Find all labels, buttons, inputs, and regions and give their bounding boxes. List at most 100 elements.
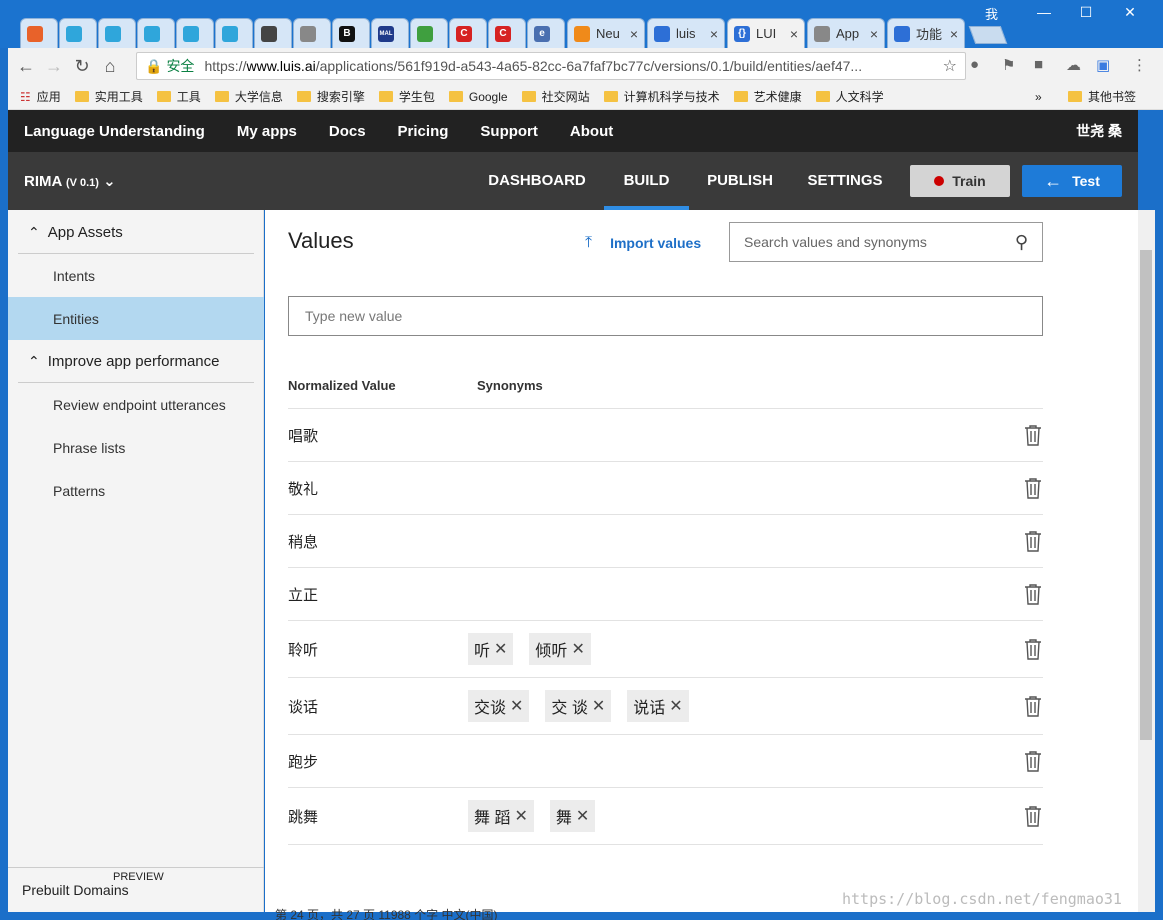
normalized-value[interactable]: 敬礼 (288, 478, 468, 499)
bookmark-item[interactable]: 搜索引擎 (296, 88, 365, 105)
normalized-value[interactable]: 谈话 (288, 696, 468, 717)
sidebar-item-patterns[interactable]: Patterns (8, 469, 264, 512)
remove-synonym-icon[interactable]: ✕ (510, 696, 523, 716)
tab-settings[interactable]: SETTINGS (798, 152, 892, 210)
bookmarks-more[interactable]: » (1035, 90, 1042, 104)
tab-close-icon[interactable]: × (710, 26, 718, 42)
browser-tab[interactable]: luis × (647, 18, 725, 48)
browser-tab[interactable] (98, 18, 136, 48)
search-input[interactable]: Search values and synonyms ⚲ (729, 222, 1043, 262)
address-bar[interactable]: 🔒 安全 https://www.luis.ai/applications/56… (136, 52, 966, 80)
close-window-icon[interactable]: ✕ (1110, 4, 1150, 21)
browser-tab[interactable] (215, 18, 253, 48)
bookmark-item[interactable]: 艺术健康 (733, 88, 802, 105)
reload-icon[interactable]: ↻ (68, 56, 96, 77)
delete-trash-icon[interactable] (1023, 424, 1043, 446)
browser-tab[interactable]: C (488, 18, 526, 48)
tab-publish[interactable]: PUBLISH (698, 152, 782, 210)
synonym-chip[interactable]: 交谈 ✕ (468, 690, 530, 722)
browser-tab[interactable] (410, 18, 448, 48)
synonym-chip[interactable]: 舞 蹈 ✕ (468, 800, 534, 832)
browser-tab[interactable]: MAL (371, 18, 409, 48)
secure-indicator[interactable]: 🔒 安全 (145, 56, 194, 76)
synonym-chip[interactable]: 交 谈 ✕ (545, 690, 612, 722)
remove-synonym-icon[interactable]: ✕ (592, 696, 605, 716)
tab-dashboard[interactable]: DASHBOARD (480, 152, 594, 210)
bookmark-item[interactable]: 学生包 (378, 88, 435, 105)
remove-synonym-icon[interactable]: ✕ (576, 806, 589, 826)
minimize-icon[interactable]: — (1024, 4, 1064, 20)
synonym-chip[interactable]: 说话 ✕ (627, 690, 689, 722)
nav-item[interactable]: Pricing (398, 123, 449, 140)
browser-tab[interactable]: App × (807, 18, 885, 48)
home-icon[interactable]: ⌂ (96, 56, 124, 77)
nav-item[interactable]: Docs (329, 123, 366, 140)
sidebar-group-app-assets[interactable]: ⌃ App Assets (18, 212, 254, 254)
search-icon[interactable]: ⚲ (1015, 232, 1028, 253)
normalized-value[interactable]: 稍息 (288, 531, 468, 552)
translate-extension-icon[interactable]: ▣ (1096, 56, 1110, 74)
normalized-value[interactable]: 聆听 (288, 639, 468, 660)
new-tab-button[interactable] (968, 26, 1008, 44)
ghost-extension-icon[interactable]: ■ (1034, 56, 1043, 73)
remove-synonym-icon[interactable]: ✕ (494, 639, 507, 659)
browser-tab[interactable]: C (449, 18, 487, 48)
back-icon[interactable]: ← (12, 56, 40, 77)
delete-trash-icon[interactable] (1023, 750, 1043, 772)
flag-extension-icon[interactable]: ⚑ (1002, 56, 1015, 74)
nav-item[interactable]: Language Understanding (24, 123, 205, 140)
nav-item[interactable]: About (570, 123, 613, 140)
cloud-extension-icon[interactable]: ☁ (1066, 56, 1081, 74)
tab-close-icon[interactable]: × (790, 26, 798, 42)
synonym-chip[interactable]: 倾听 ✕ (529, 633, 591, 665)
browser-tab[interactable]: B (332, 18, 370, 48)
bookmark-item[interactable]: 大学信息 (214, 88, 283, 105)
synonym-chip[interactable]: 听 ✕ (468, 633, 514, 665)
delete-trash-icon[interactable] (1023, 805, 1043, 827)
bookmark-item[interactable]: 人文科学 (815, 88, 884, 105)
new-value-input[interactable]: Type new value (288, 296, 1043, 336)
bookmark-item[interactable]: 社交网站 (521, 88, 590, 105)
normalized-value[interactable]: 唱歌 (288, 425, 468, 446)
maximize-icon[interactable]: ☐ (1066, 4, 1106, 21)
delete-trash-icon[interactable] (1023, 583, 1043, 605)
prebuilt-domains[interactable]: PREVIEW Prebuilt Domains (8, 867, 264, 912)
normalized-value[interactable]: 立正 (288, 584, 468, 605)
sidebar-item-entities[interactable]: Entities (8, 297, 264, 340)
delete-trash-icon[interactable] (1023, 695, 1043, 717)
delete-trash-icon[interactable] (1023, 477, 1043, 499)
sidebar-group-improve[interactable]: ⌃ Improve app performance (18, 341, 254, 383)
extension-icon[interactable]: ● (970, 56, 979, 73)
menu-icon[interactable]: ⋮ (1132, 56, 1147, 74)
sidebar-item-review-endpoint[interactable]: Review endpoint utterances (8, 383, 264, 426)
other-bookmarks[interactable]: 其他书签 (1068, 88, 1136, 105)
bookmark-item[interactable]: ☷ 应用 (20, 88, 61, 105)
browser-tab[interactable] (59, 18, 97, 48)
bookmark-item[interactable]: 计算机科学与技术 (603, 88, 720, 105)
browser-tab[interactable] (20, 18, 58, 48)
remove-synonym-icon[interactable]: ✕ (571, 639, 584, 659)
browser-tab[interactable] (293, 18, 331, 48)
bookmark-item[interactable]: Google (448, 90, 508, 104)
scrollbar-thumb[interactable] (1140, 250, 1152, 740)
browser-tab[interactable] (254, 18, 292, 48)
browser-tab[interactable]: e (527, 18, 565, 48)
tab-close-icon[interactable]: × (950, 26, 958, 42)
app-selector[interactable]: RIMA (V 0.1) ⌄ (24, 172, 116, 190)
delete-trash-icon[interactable] (1023, 530, 1043, 552)
tab-close-icon[interactable]: × (870, 26, 878, 42)
remove-synonym-icon[interactable]: ✕ (669, 696, 682, 716)
test-button[interactable]: ← Test (1022, 165, 1122, 197)
sidebar-item-phrase-lists[interactable]: Phrase lists (8, 426, 264, 469)
remove-synonym-icon[interactable]: ✕ (514, 806, 527, 826)
browser-tab[interactable]: 功能 × (887, 18, 965, 48)
tab-build[interactable]: BUILD (604, 152, 689, 210)
bookmark-star-icon[interactable]: ☆ (943, 56, 957, 76)
nav-item[interactable]: Support (480, 123, 538, 140)
import-values-button[interactable]: ⤒ Import values (585, 234, 701, 252)
browser-tab[interactable]: {} LUI × (727, 18, 805, 48)
bookmark-item[interactable]: 工具 (156, 88, 201, 105)
normalized-value[interactable]: 跳舞 (288, 806, 468, 827)
user-name[interactable]: 世尧 桑 (1076, 121, 1122, 141)
bookmark-item[interactable]: 实用工具 (74, 88, 143, 105)
